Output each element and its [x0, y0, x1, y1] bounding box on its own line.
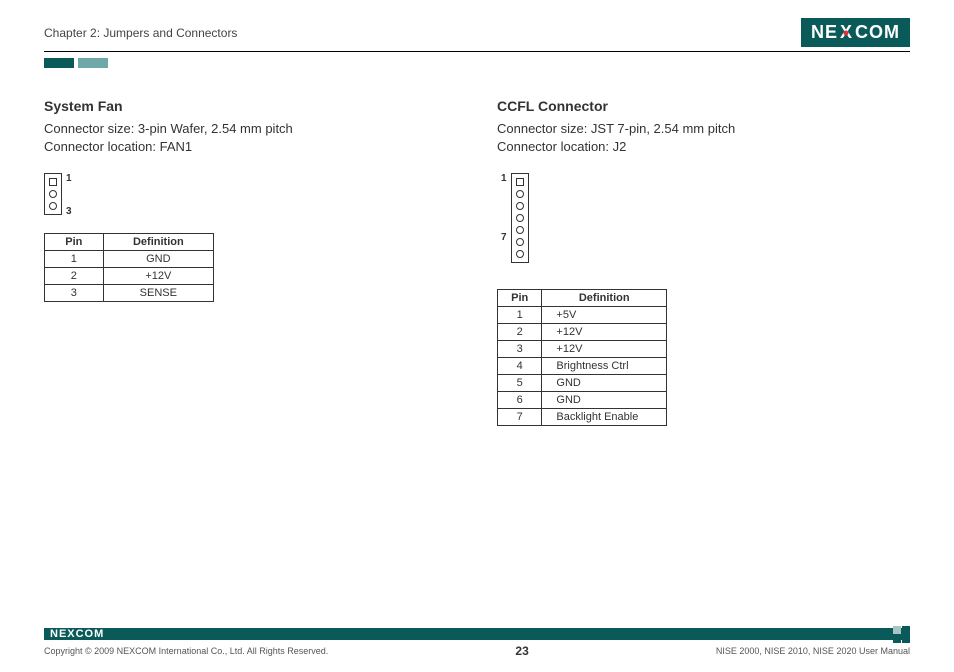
- fan-th-pin: Pin: [45, 234, 104, 251]
- system-fan-diagram: 1 3: [44, 173, 457, 229]
- table-row: 6GND: [498, 392, 667, 409]
- system-fan-title: System Fan: [44, 98, 457, 114]
- ccfl-pin-4-icon: [516, 214, 524, 222]
- fan-pin-3-icon: [49, 202, 57, 210]
- nexcom-logo: NE X COM: [801, 18, 910, 47]
- fan-pin-1-icon: [49, 178, 57, 186]
- fan-pin-label-3: 3: [66, 206, 72, 217]
- table-row: 4Brightness Ctrl: [498, 358, 667, 375]
- copyright-text: Copyright © 2009 NEXCOM International Co…: [44, 646, 328, 656]
- ccfl-pin-2-icon: [516, 190, 524, 198]
- ccfl-location: Connector location: J2: [497, 138, 910, 156]
- fan-pin-2-icon: [49, 190, 57, 198]
- ccfl-pin-label-7: 7: [501, 232, 507, 243]
- system-fan-section: System Fan Connector size: 3-pin Wafer, …: [44, 98, 457, 426]
- table-row: 1GND: [45, 251, 214, 268]
- chapter-title: Chapter 2: Jumpers and Connectors: [44, 26, 237, 40]
- ccfl-table: Pin Definition 1+5V 2+12V 3+12V 4Brightn…: [497, 289, 667, 426]
- page-footer: NEXCOM Copyright © 2009 NEXCOM Internati…: [44, 628, 910, 658]
- table-row: 7Backlight Enable: [498, 409, 667, 426]
- ccfl-pin-1-icon: [516, 178, 524, 186]
- fan-th-def: Definition: [103, 234, 213, 251]
- ccfl-pin-6-icon: [516, 238, 524, 246]
- table-row: 5GND: [498, 375, 667, 392]
- footer-logo: NEXCOM: [44, 628, 104, 640]
- table-row: 2+12V: [45, 268, 214, 285]
- ccfl-th-def: Definition: [542, 290, 667, 307]
- system-fan-location: Connector location: FAN1: [44, 138, 457, 156]
- table-row: 3+12V: [498, 341, 667, 358]
- ccfl-th-pin: Pin: [498, 290, 542, 307]
- page-header: Chapter 2: Jumpers and Connectors NE X C…: [44, 18, 910, 52]
- ccfl-pin-7-icon: [516, 250, 524, 258]
- footer-squares-icon: [893, 626, 910, 643]
- table-row: 2+12V: [498, 324, 667, 341]
- ccfl-pin-label-1: 1: [501, 173, 507, 184]
- ccfl-size: Connector size: JST 7-pin, 2.54 mm pitch: [497, 120, 910, 138]
- logo-text-left: NE: [811, 22, 838, 43]
- table-row: 1+5V: [498, 307, 667, 324]
- ccfl-section: CCFL Connector Connector size: JST 7-pin…: [497, 98, 910, 426]
- ccfl-pin-3-icon: [516, 202, 524, 210]
- logo-text-x: X: [838, 22, 855, 43]
- logo-text-right: COM: [855, 22, 900, 43]
- ccfl-pin-5-icon: [516, 226, 524, 234]
- manual-title: NISE 2000, NISE 2010, NISE 2020 User Man…: [716, 646, 910, 656]
- page-number: 23: [515, 644, 528, 658]
- header-stripe: [44, 58, 910, 68]
- ccfl-title: CCFL Connector: [497, 98, 910, 114]
- table-row: 3SENSE: [45, 285, 214, 302]
- system-fan-table: Pin Definition 1GND 2+12V 3SENSE: [44, 233, 214, 302]
- fan-pin-label-1: 1: [66, 173, 72, 184]
- ccfl-diagram: 1 7: [497, 173, 910, 277]
- system-fan-size: Connector size: 3-pin Wafer, 2.54 mm pit…: [44, 120, 457, 138]
